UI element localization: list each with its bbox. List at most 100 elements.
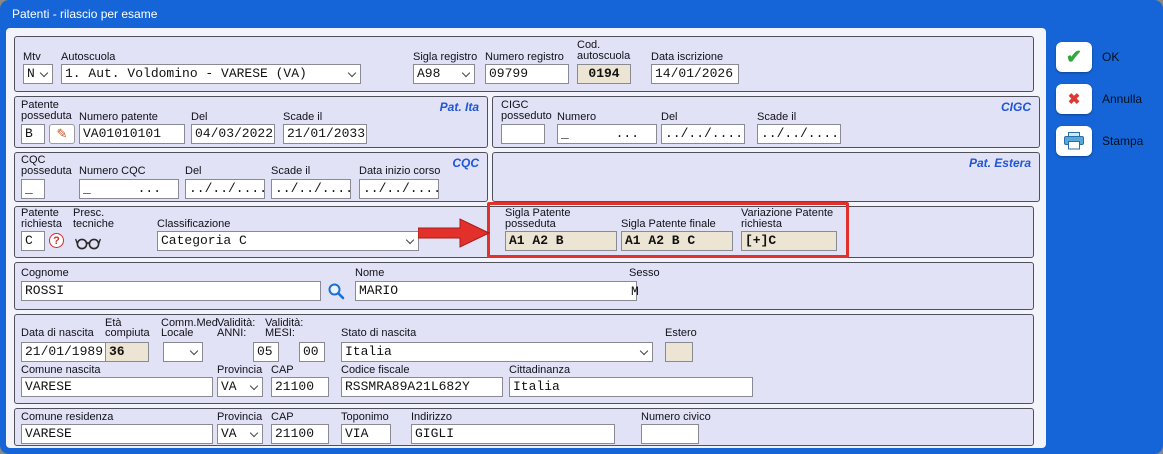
app-window: Patenti - rilascio per esame Mtv N Autos… <box>0 0 1163 454</box>
variazione-field: [+]C <box>741 231 837 251</box>
titlebar[interactable]: Patenti - rilascio per esame <box>0 0 1163 28</box>
pat-ita-scade-input[interactable]: 21/01/2033 <box>283 124 367 144</box>
pat-ita-panel: Pat. Ita Patente posseduta B ✎ Numero pa… <box>14 96 488 148</box>
ok-button-label: OK <box>1102 50 1119 64</box>
cognome-input[interactable]: ROSSI <box>21 281 321 301</box>
chevron-down-icon <box>406 236 414 244</box>
cqc-del-input[interactable]: ../../.... <box>185 179 265 199</box>
sigla-posseduta-label-2: posseduta <box>505 219 556 230</box>
pat-estera-panel: Pat. Estera <box>492 152 1040 202</box>
cqc-inizio-input[interactable]: ../../.... <box>359 179 439 199</box>
data-iscrizione-input[interactable]: 14/01/2026 <box>651 64 739 84</box>
data-iscrizione-label: Data iscrizione <box>651 52 723 63</box>
cittadinanza-label: Cittadinanza <box>509 365 570 376</box>
richiesta-panel: Patente richiesta C ? Presc. tecniche Cl… <box>14 206 1034 258</box>
stampa-button-label: Stampa <box>1102 134 1143 148</box>
cigc-posseduto-label-2: posseduto <box>501 111 552 122</box>
provincia-nascita-select[interactable]: VA <box>217 377 263 397</box>
edit-pencil-icon: ✎ <box>57 126 68 142</box>
annulla-button-label: Annulla <box>1102 92 1142 106</box>
indirizzo-input[interactable]: GIGLI <box>411 424 615 444</box>
glasses-icon[interactable] <box>75 235 101 253</box>
ok-button[interactable]: ✔ OK <box>1056 42 1119 72</box>
comune-residenza-input[interactable]: VARESE <box>21 424 213 444</box>
numero-patente-input[interactable]: VA01010101 <box>79 124 185 144</box>
registro-panel: Mtv N Autoscuola 1. Aut. Voldomino - VAR… <box>14 36 1034 92</box>
sesso-label: Sesso <box>629 268 660 279</box>
numero-civico-input[interactable] <box>641 424 699 444</box>
sigla-registro-select[interactable]: A98 <box>413 64 475 84</box>
cigc-scade-input[interactable]: ../../.... <box>757 124 841 144</box>
estero-label: Estero <box>665 328 697 339</box>
provincia-residenza-select[interactable]: VA <box>217 424 263 444</box>
data-nascita-input[interactable]: 21/01/1989 <box>21 342 109 362</box>
cigc-numero-input[interactable]: _ ... <box>557 124 657 144</box>
cqc-numero-label: Numero CQC <box>79 166 146 177</box>
chevron-down-icon <box>40 69 48 77</box>
nome-input[interactable]: MARIO <box>355 281 637 301</box>
cap-residenza-input[interactable]: 21100 <box>271 424 329 444</box>
estero-field <box>665 342 693 362</box>
validita-anni-label-2: ANNI: <box>217 328 246 339</box>
chevron-down-icon <box>190 347 198 355</box>
codice-fiscale-input[interactable]: RSSMRA89A21L682Y <box>341 377 503 397</box>
pat-ita-scade-label: Scade il <box>283 112 322 123</box>
cod-autoscuola-field: 0194 <box>577 64 631 84</box>
cancel-x-icon: ✖ <box>1056 84 1092 114</box>
eta-field: 36 <box>105 342 149 362</box>
patente-posseduta-input[interactable]: B <box>21 124 45 144</box>
cqc-panel: CQC CQC posseduta _ Numero CQC _ ... Del… <box>14 152 488 202</box>
comune-nascita-input[interactable]: VARESE <box>21 377 213 397</box>
toponimo-input[interactable]: VIA <box>341 424 391 444</box>
search-button[interactable] <box>327 282 345 303</box>
action-sidebar: ✔ OK ✖ Annulla Stampa <box>1046 0 1163 454</box>
cqc-inizio-label: Data inizio corso <box>359 166 440 177</box>
numero-registro-label: Numero registro <box>485 52 564 63</box>
comm-med-label-2: Locale <box>161 328 193 339</box>
autoscuola-select[interactable]: 1. Aut. Voldomino - VARESE (VA) <box>61 64 361 84</box>
cigc-panel: CIGC CIGC posseduto Numero _ ... Del ../… <box>492 96 1040 148</box>
patente-richiesta-input[interactable]: C <box>21 231 45 251</box>
cittadinanza-input[interactable]: Italia <box>509 377 753 397</box>
numero-civico-label: Numero civico <box>641 412 711 423</box>
sigla-finale-field: A1 A2 B C <box>621 231 733 251</box>
cap-nascita-input[interactable]: 21100 <box>271 377 329 397</box>
classificazione-select[interactable]: Categoria C <box>157 231 419 251</box>
cigc-numero-label: Numero <box>557 112 596 123</box>
nome-label: Nome <box>355 268 384 279</box>
sigla-posseduta-field: A1 A2 B <box>505 231 617 251</box>
stampa-button[interactable]: Stampa <box>1056 126 1143 156</box>
cqc-posseduta-label-2: posseduta <box>21 166 72 177</box>
red-arrow-icon <box>418 218 490 251</box>
toponimo-label: Toponimo <box>341 412 389 423</box>
autoscuola-label: Autoscuola <box>61 52 115 63</box>
chevron-down-icon <box>640 347 648 355</box>
variazione-label-2: richiesta <box>741 219 782 230</box>
cigc-title: CIGC <box>1001 100 1031 114</box>
chevron-down-icon <box>250 382 258 390</box>
comm-med-select[interactable] <box>163 342 203 362</box>
mtv-select[interactable]: N <box>23 64 53 84</box>
chevron-down-icon <box>462 69 470 77</box>
pat-ita-del-input[interactable]: 04/03/2022 <box>191 124 275 144</box>
numero-patente-label: Numero patente <box>79 112 158 123</box>
cigc-del-label: Del <box>661 112 678 123</box>
provincia-residenza-label: Provincia <box>217 412 262 423</box>
form-area: Mtv N Autoscuola 1. Aut. Voldomino - VAR… <box>6 28 1046 448</box>
nascita-panel: Data di nascita 21/01/1989 Età compiuta … <box>14 314 1034 404</box>
cigc-posseduto-input[interactable] <box>501 124 545 144</box>
sesso-value: M <box>631 284 639 299</box>
residenza-panel: Comune residenza VARESE Provincia VA CAP… <box>14 408 1034 446</box>
cigc-del-input[interactable]: ../../.... <box>661 124 745 144</box>
help-icon[interactable]: ? <box>49 233 64 248</box>
edit-patente-button[interactable]: ✎ <box>49 124 75 144</box>
validita-anni-input[interactable]: 05 <box>253 342 279 362</box>
cqc-scade-input[interactable]: ../../.... <box>271 179 351 199</box>
printer-icon <box>1056 126 1092 156</box>
stato-nascita-select[interactable]: Italia <box>341 342 653 362</box>
annulla-button[interactable]: ✖ Annulla <box>1056 84 1142 114</box>
cqc-numero-input[interactable]: _ ... <box>79 179 179 199</box>
cqc-posseduta-input[interactable]: _ <box>21 179 45 199</box>
validita-mesi-input[interactable]: 00 <box>299 342 325 362</box>
numero-registro-input[interactable]: 09799 <box>485 64 569 84</box>
